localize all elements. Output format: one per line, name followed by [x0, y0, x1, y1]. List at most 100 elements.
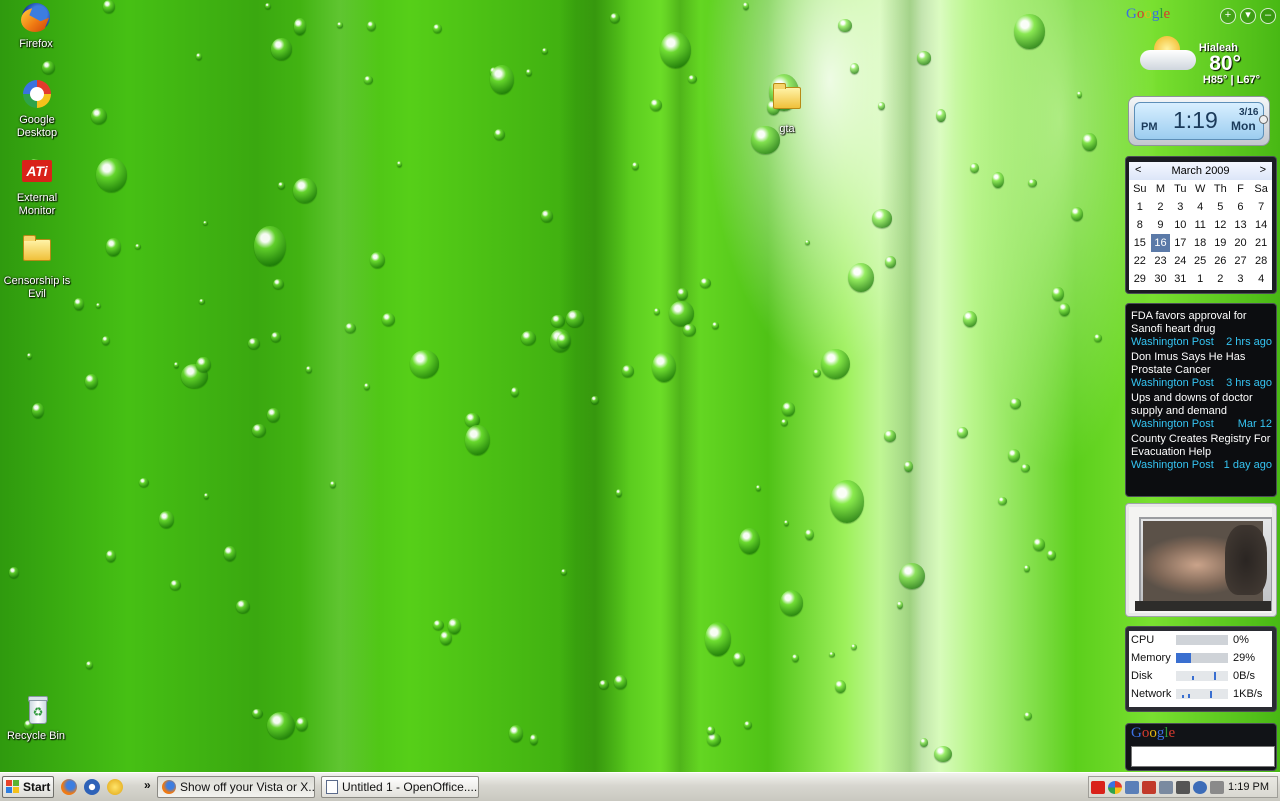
calendar-day[interactable]: 26	[1210, 252, 1231, 270]
calendar-day[interactable]: 4	[1250, 270, 1272, 288]
water-drop	[615, 489, 622, 497]
calendar-day[interactable]: 6	[1231, 198, 1251, 216]
calendar-day[interactable]: 7	[1250, 198, 1272, 216]
calendar-day[interactable]: 20	[1231, 234, 1251, 252]
calendar-day[interactable]: 17	[1170, 234, 1190, 252]
calendar-day[interactable]: 22	[1129, 252, 1151, 270]
calendar-day[interactable]: 18	[1190, 234, 1210, 252]
calendar-day[interactable]: 21	[1250, 234, 1272, 252]
calendar-day[interactable]: 25	[1190, 252, 1210, 270]
desktop-icon-google-desktop[interactable]: Google Desktop	[1, 78, 73, 140]
google-desktop-tray-icon[interactable]	[1108, 781, 1122, 794]
water-drop	[834, 679, 847, 693]
news-title[interactable]: FDA favors approval for Sanofi heart dru…	[1131, 310, 1272, 336]
water-drop	[85, 660, 94, 669]
news-item[interactable]: FDA favors approval for Sanofi heart dru…	[1126, 309, 1276, 350]
water-drop	[705, 622, 731, 656]
desktop-icon-firefox[interactable]: Firefox	[0, 2, 72, 51]
desktop-icon-censorship-folder[interactable]: Censorship is Evil	[1, 232, 73, 301]
water-drop	[829, 480, 864, 523]
task-button-openoffice[interactable]: Untitled 1 - OpenOffice....	[321, 776, 479, 798]
quicklaunch-media-player-icon[interactable]	[84, 779, 100, 795]
calendar-day[interactable]: 24	[1170, 252, 1190, 270]
google-search-input[interactable]	[1131, 746, 1275, 767]
device-tray-icon[interactable]	[1159, 781, 1173, 794]
meter-tick	[1210, 691, 1212, 698]
desktop-icon-external-monitor[interactable]: ATi External Monitor	[1, 156, 73, 218]
news-item[interactable]: County Creates Registry For Evacuation H…	[1126, 432, 1276, 473]
clock-gadget[interactable]: PM 1:19 3/16 Mon	[1128, 96, 1270, 146]
quicklaunch-overflow-button[interactable]: »	[144, 778, 151, 792]
water-drop	[1010, 398, 1022, 410]
water-drop	[904, 460, 913, 472]
task-button-firefox[interactable]: Show off your Vista or X...	[157, 776, 315, 798]
quicklaunch-aim-icon[interactable]	[107, 779, 123, 795]
calendar-day[interactable]: 10	[1170, 216, 1190, 234]
water-drop	[329, 481, 337, 488]
ati-tray-icon[interactable]	[1091, 781, 1105, 794]
calendar-day[interactable]: 19	[1210, 234, 1231, 252]
volume-tray-icon[interactable]	[1176, 781, 1190, 794]
calendar-day[interactable]: 8	[1129, 216, 1151, 234]
weather-gadget[interactable]: Hialeah 80° H85° | L67°	[1134, 28, 1276, 90]
calendar-day[interactable]: 30	[1151, 270, 1171, 288]
water-drop	[296, 717, 308, 732]
sidebar-minimize-button[interactable]: –	[1260, 8, 1276, 24]
calendar-day[interactable]: 14	[1250, 216, 1272, 234]
monitor-tray-icon[interactable]	[1210, 781, 1224, 794]
calendar-day[interactable]: 3	[1231, 270, 1251, 288]
calendar-day[interactable]: 16	[1150, 234, 1171, 252]
meter-bar	[1176, 689, 1228, 699]
news-item[interactable]: Don Imus Says He Has Prostate Cancer Was…	[1126, 350, 1276, 391]
network-tray-icon[interactable]	[1125, 781, 1139, 794]
calendar-day[interactable]: 4	[1190, 198, 1210, 216]
calendar-day[interactable]: 3	[1170, 198, 1190, 216]
water-drop	[1046, 550, 1056, 561]
sidebar-menu-button[interactable]: ▾	[1240, 8, 1256, 24]
calendar-day[interactable]: 9	[1151, 216, 1171, 234]
news-title[interactable]: County Creates Registry For Evacuation H…	[1131, 433, 1272, 459]
start-button[interactable]: Start	[2, 776, 54, 798]
calendar-day[interactable]: 15	[1129, 234, 1151, 252]
wireless-tray-icon[interactable]	[1193, 781, 1207, 794]
news-title[interactable]: Don Imus Says He Has Prostate Cancer	[1131, 351, 1272, 377]
desktop-icon-recycle-bin[interactable]: ♻ Recycle Bin	[0, 694, 72, 743]
water-drop	[135, 244, 141, 250]
firefox-icon	[162, 780, 176, 794]
calendar-day[interactable]: 29	[1129, 270, 1151, 288]
calendar-day[interactable]: 28	[1250, 252, 1272, 270]
add-gadget-button[interactable]: +	[1220, 8, 1236, 24]
calendar-day[interactable]: 11	[1190, 216, 1210, 234]
water-drop	[687, 74, 698, 84]
calendar-day[interactable]: 5	[1210, 198, 1231, 216]
calendar-day[interactable]: 13	[1231, 216, 1251, 234]
security-tray-icon[interactable]	[1142, 781, 1156, 794]
calendar-day[interactable]: 23	[1151, 252, 1171, 270]
quicklaunch-firefox-icon[interactable]	[61, 779, 77, 795]
calendar-day[interactable]: 27	[1231, 252, 1251, 270]
photo-gadget[interactable]	[1125, 503, 1277, 617]
calendar-day[interactable]: 12	[1210, 216, 1231, 234]
desktop-icon-gta-folder[interactable]: gta	[751, 80, 823, 136]
water-drop	[530, 734, 539, 745]
water-drop	[41, 61, 55, 75]
news-title[interactable]: Ups and downs of doctor supply and deman…	[1131, 392, 1272, 418]
calendar-day[interactable]: 31	[1170, 270, 1190, 288]
calendar-day[interactable]: 1	[1190, 270, 1210, 288]
news-source: Washington Post	[1131, 336, 1214, 348]
calendar-next-button[interactable]: >	[1260, 164, 1266, 176]
news-source: Washington Post	[1131, 377, 1214, 389]
news-item[interactable]: Ups and downs of doctor supply and deman…	[1126, 391, 1276, 432]
calendar-day[interactable]: 2	[1151, 198, 1171, 216]
taskbar-clock[interactable]: 1:19 PM	[1228, 781, 1269, 793]
google-logo[interactable]: Google	[1126, 6, 1170, 23]
google-search-logo: Google	[1131, 725, 1176, 741]
water-drop	[1070, 207, 1084, 221]
water-drop	[877, 102, 885, 110]
water-drop	[699, 277, 711, 289]
calendar-day[interactable]: 2	[1210, 270, 1231, 288]
news-source: Washington Post	[1131, 459, 1214, 471]
water-drop	[1007, 449, 1020, 463]
calendar-day[interactable]: 1	[1129, 198, 1151, 216]
meter-bar	[1176, 671, 1228, 681]
